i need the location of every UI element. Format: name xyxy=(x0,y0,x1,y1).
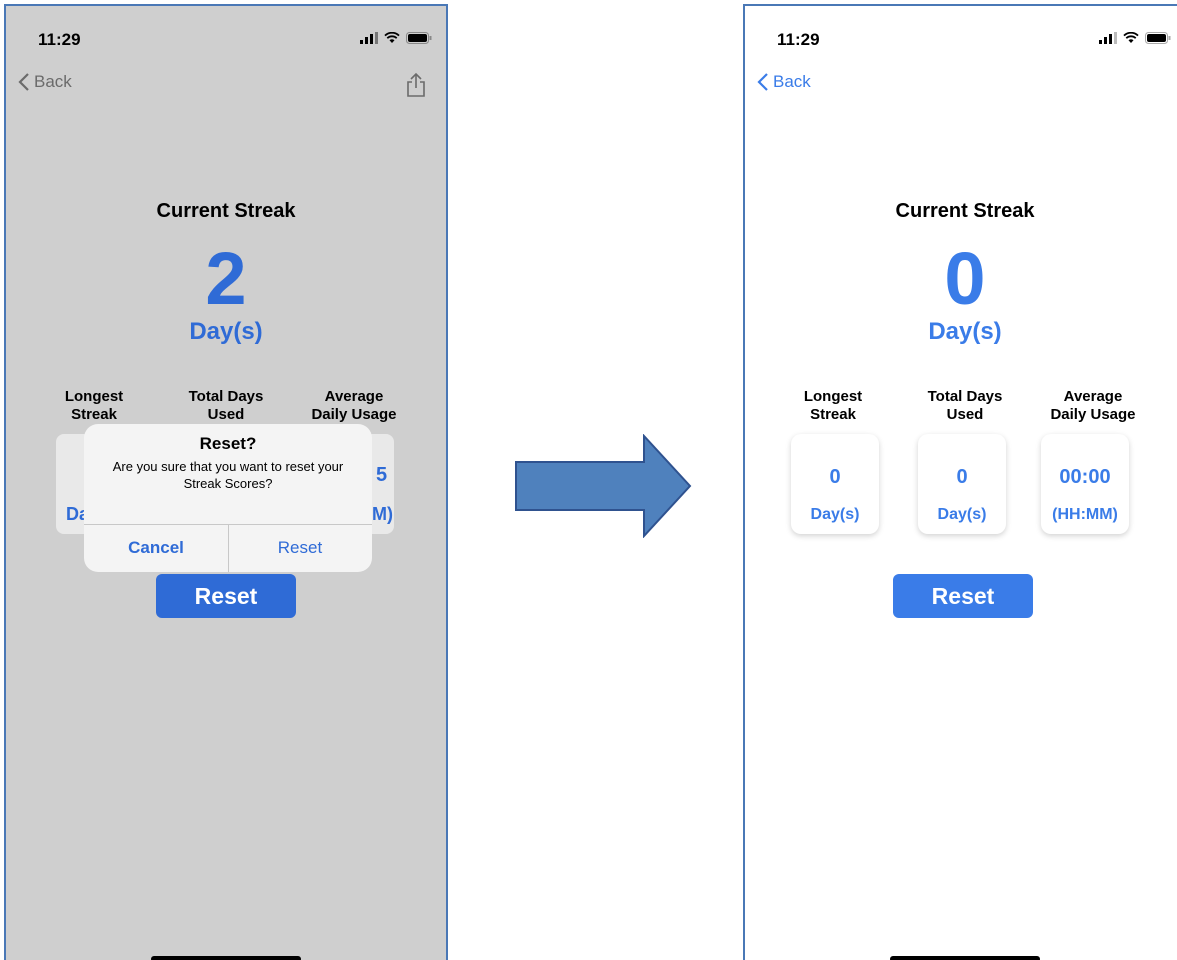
stat-heading-average: Average Daily Usage xyxy=(299,388,409,424)
stat-value: 00:00 xyxy=(1059,466,1111,488)
stat-unit: (HH:MM) xyxy=(1052,506,1118,523)
signal-icon xyxy=(360,32,378,44)
reset-alert-dialog: Reset? Are you sure that you want to res… xyxy=(84,424,372,572)
stat-heading-line: Average xyxy=(324,388,384,405)
battery-icon xyxy=(406,32,432,44)
stat-card-longest-streak: 0 Day(s) xyxy=(791,434,879,534)
alert-message: Are you sure that you want to reset your… xyxy=(112,459,344,491)
stat-heading-line: Total Days xyxy=(927,388,1003,405)
back-label: Back xyxy=(773,72,811,91)
stat-heading-line: Longest xyxy=(803,388,863,405)
stat-card-average-usage: 00:00 (HH:MM) xyxy=(1041,434,1129,534)
page-title: Current Streak xyxy=(895,200,1035,222)
stat-heading-line: Streak xyxy=(71,406,117,423)
wifi-icon xyxy=(384,32,400,43)
share-icon xyxy=(407,72,425,97)
phone-screen-before: 11:29 Back Current Streak 2 Day(s) Longe… xyxy=(4,4,448,960)
current-streak-value: 0 xyxy=(944,237,986,320)
reset-button[interactable]: Reset xyxy=(893,574,1033,618)
stat-heading-total: Total Days Used xyxy=(910,388,1020,424)
partial-unit-right: M) xyxy=(372,504,393,524)
alert-reset-button[interactable]: Reset xyxy=(228,524,372,572)
status-time: 11:29 xyxy=(777,30,820,49)
status-icons xyxy=(1099,32,1171,44)
reset-button[interactable]: Reset xyxy=(156,574,296,618)
battery-icon xyxy=(1145,32,1171,44)
back-label: Back xyxy=(34,72,72,91)
stat-heading-line: Average xyxy=(1063,388,1123,405)
page-title: Current Streak xyxy=(156,200,296,222)
back-button[interactable]: Back xyxy=(18,72,72,92)
share-button[interactable] xyxy=(406,72,426,103)
stat-heading-longest: Longest Streak xyxy=(778,388,888,424)
home-indicator xyxy=(890,956,1040,960)
stat-unit: Day(s) xyxy=(937,506,987,523)
back-button[interactable]: Back xyxy=(757,72,811,92)
current-streak-unit: Day(s) xyxy=(928,318,1002,345)
home-indicator xyxy=(151,956,301,960)
stat-value: 0 xyxy=(956,466,968,488)
wifi-icon xyxy=(1123,32,1139,43)
phone-screen-after: 11:29 Back Current Streak 0 Day(s) Longe… xyxy=(743,4,1177,960)
alert-cancel-button[interactable]: Cancel xyxy=(84,524,228,572)
stat-heading-longest: Longest Streak xyxy=(39,388,149,424)
stat-heading-line: Streak xyxy=(810,406,856,423)
partial-value-right: 5 xyxy=(376,464,388,486)
status-time: 11:29 xyxy=(38,30,81,49)
stat-heading-line: Used xyxy=(946,406,984,423)
stat-heading-line: Total Days xyxy=(188,388,264,405)
chevron-left-icon xyxy=(757,73,768,91)
stat-heading-total: Total Days Used xyxy=(171,388,281,424)
stat-unit: Day(s) xyxy=(810,506,860,523)
stat-heading-line: Longest xyxy=(64,388,124,405)
signal-icon xyxy=(1099,32,1117,44)
current-streak-unit: Day(s) xyxy=(189,318,263,345)
chevron-left-icon xyxy=(18,73,29,91)
stat-card-total-days: 0 Day(s) xyxy=(918,434,1006,534)
stat-heading-line: Daily Usage xyxy=(311,406,397,423)
status-icons xyxy=(360,32,432,44)
stat-value: 0 xyxy=(829,466,841,488)
alert-title: Reset? xyxy=(199,434,257,453)
stat-heading-line: Used xyxy=(207,406,245,423)
right-arrow-icon xyxy=(515,434,692,538)
current-streak-value: 2 xyxy=(205,237,247,320)
stat-heading-average: Average Daily Usage xyxy=(1038,388,1148,424)
stat-heading-line: Daily Usage xyxy=(1050,406,1136,423)
